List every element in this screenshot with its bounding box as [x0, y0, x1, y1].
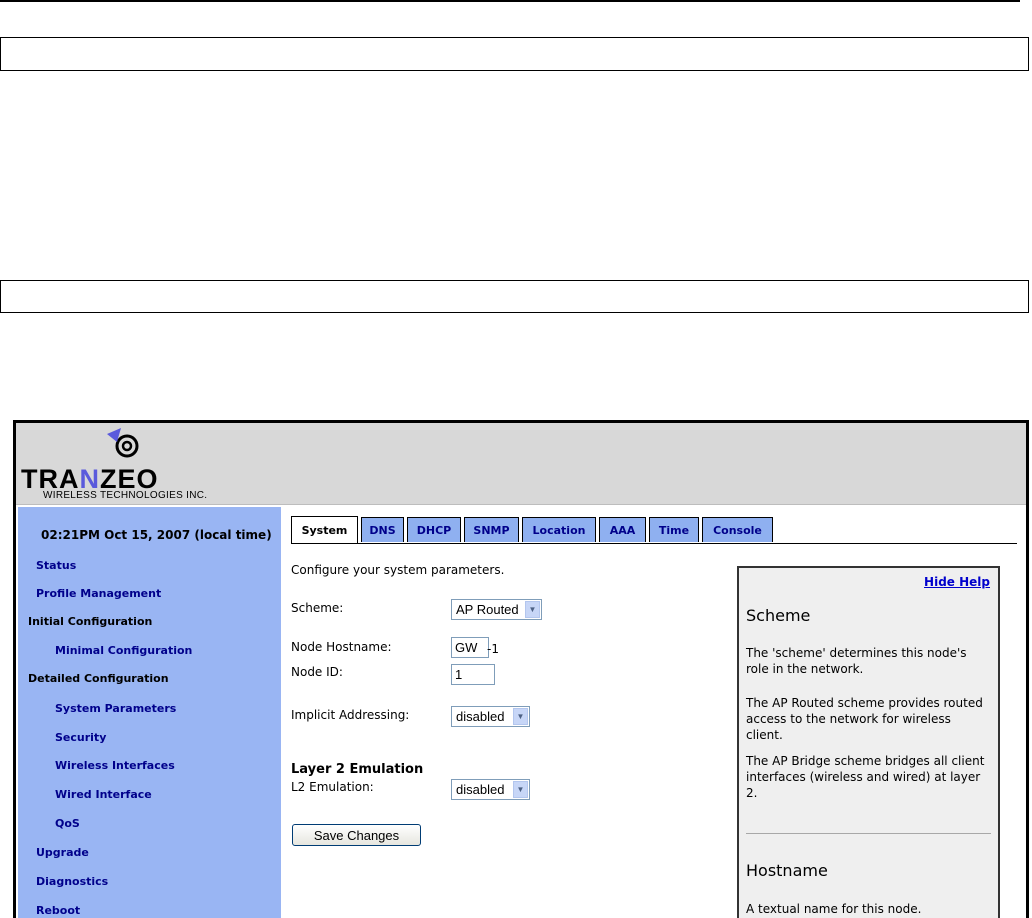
sidebar-item-minimal-configuration[interactable]: Minimal Configuration [55, 644, 192, 657]
node-id-label: Node ID: [291, 665, 343, 679]
help-scheme-title: Scheme [746, 606, 811, 625]
help-divider [746, 833, 991, 834]
chevron-down-icon: ▼ [513, 708, 528, 725]
empty-caption-box-2 [0, 280, 1029, 313]
sidebar-item-wired-interface[interactable]: Wired Interface [55, 788, 152, 801]
implicit-addressing-select[interactable]: disabled ▼ [451, 706, 530, 727]
page-intro: Configure your system parameters. [291, 563, 505, 577]
l2-emulation-value: disabled [456, 782, 505, 797]
tab-system[interactable]: System [291, 516, 358, 543]
chevron-down-icon: ▼ [525, 601, 540, 618]
scheme-value: AP Routed [456, 602, 519, 617]
wireless-swirl-icon [107, 428, 139, 458]
sidebar-item-system-parameters[interactable]: System Parameters [55, 702, 176, 715]
logo-tagline: WIRELESS TECHNOLOGIES INC. [43, 490, 208, 501]
hostname-suffix: -1 [487, 642, 499, 656]
sidebar-item-reboot[interactable]: Reboot [36, 904, 80, 917]
tab-time[interactable]: Time [649, 517, 699, 542]
hostname-label: Node Hostname: [291, 640, 392, 654]
sidebar: 02:21PM Oct 15, 2007 (local time) Status… [18, 507, 281, 918]
layer2-section-title: Layer 2 Emulation [291, 762, 424, 777]
sidebar-item-profile-management[interactable]: Profile Management [36, 587, 161, 600]
screenshot-frame: TRANZEO WIRELESS TECHNOLOGIES INC. 02:21… [13, 420, 1029, 918]
help-panel: Hide Help Scheme The 'scheme' determines… [737, 566, 1000, 918]
sidebar-item-wireless-interfaces[interactable]: Wireless Interfaces [55, 759, 175, 772]
l2-emulation-label: L2 Emulation: [291, 780, 374, 794]
sidebar-heading-initial-configuration: Initial Configuration [28, 615, 153, 628]
scheme-label: Scheme: [291, 601, 344, 615]
scheme-select[interactable]: AP Routed ▼ [451, 599, 542, 620]
node-id-input[interactable]: 1 [451, 664, 495, 685]
sidebar-item-security[interactable]: Security [55, 731, 106, 744]
tab-console[interactable]: Console [702, 517, 773, 542]
hide-help-link[interactable]: Hide Help [924, 575, 990, 589]
empty-caption-box [0, 37, 1029, 71]
sidebar-heading-detailed-configuration: Detailed Configuration [28, 672, 169, 685]
tab-location[interactable]: Location [522, 517, 596, 542]
sidebar-item-status[interactable]: Status [36, 559, 76, 572]
sidebar-item-diagnostics[interactable]: Diagnostics [36, 875, 108, 888]
tab-aaa[interactable]: AAA [599, 517, 646, 542]
implicit-addressing-label: Implicit Addressing: [291, 708, 410, 722]
tab-snmp[interactable]: SNMP [464, 517, 519, 542]
hostname-input[interactable]: GW [451, 637, 489, 658]
save-changes-button[interactable]: Save Changes [292, 824, 421, 846]
help-paragraph: A textual name for this node. [746, 902, 922, 916]
chevron-down-icon: ▼ [513, 781, 528, 798]
help-paragraph: The AP Bridge scheme bridges all client … [746, 754, 985, 800]
tab-bar: System DNS DHCP SNMP Location AAA Time C… [291, 516, 1017, 544]
tab-dns[interactable]: DNS [361, 517, 404, 542]
local-time: 02:21PM Oct 15, 2007 (local time) [41, 528, 272, 542]
help-hostname-title: Hostname [746, 861, 828, 880]
implicit-addressing-value: disabled [456, 709, 505, 724]
main-content: System DNS DHCP SNMP Location AAA Time C… [281, 507, 1026, 918]
tab-dhcp[interactable]: DHCP [407, 517, 461, 542]
help-paragraph: The AP Routed scheme provides routed acc… [746, 696, 983, 742]
l2-emulation-select[interactable]: disabled ▼ [451, 779, 530, 800]
help-paragraph: The 'scheme' determines this node's role… [746, 646, 967, 676]
tranzeo-logo: TRANZEO WIRELESS TECHNOLOGIES INC. [21, 426, 241, 502]
top-rule [0, 0, 1020, 2]
sidebar-item-upgrade[interactable]: Upgrade [36, 846, 89, 859]
sidebar-item-qos[interactable]: QoS [55, 817, 80, 830]
header-bar: TRANZEO WIRELESS TECHNOLOGIES INC. [16, 423, 1026, 505]
